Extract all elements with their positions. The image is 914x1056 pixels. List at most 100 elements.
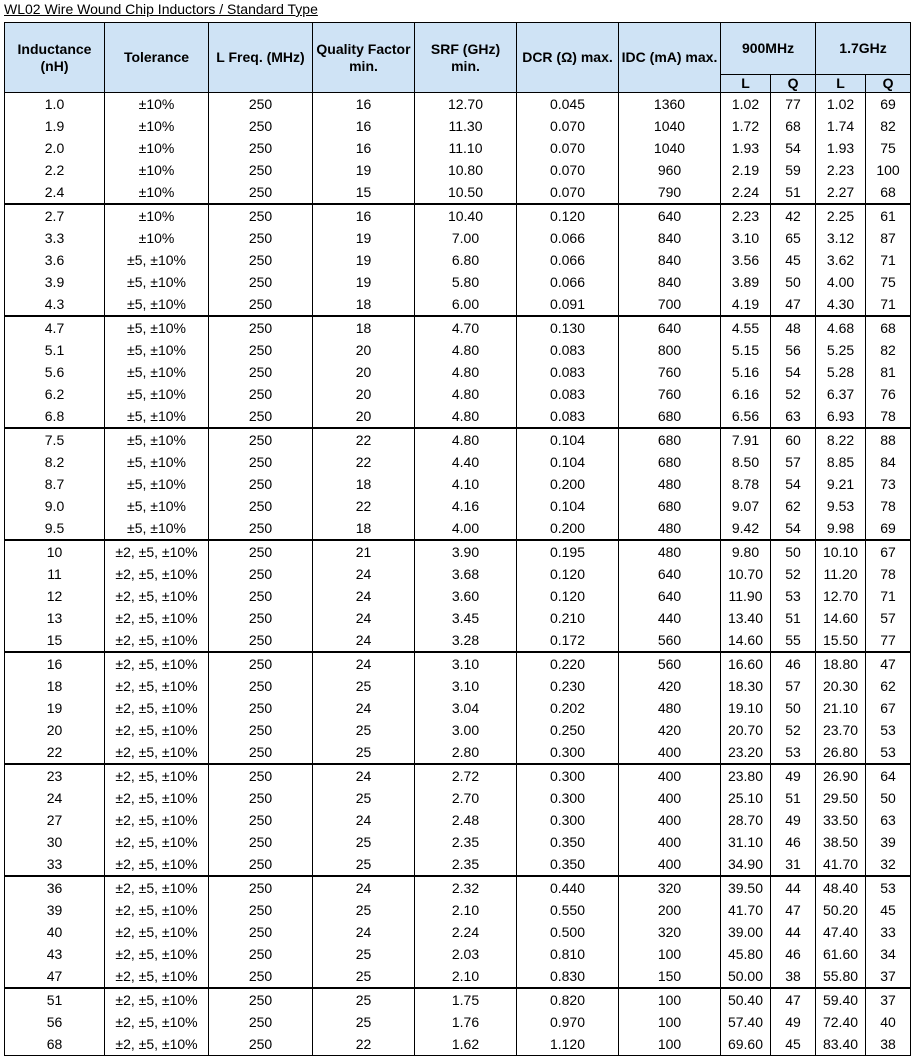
cell-q-900: 54	[769, 137, 817, 159]
cell-dcr: 0.300	[516, 809, 619, 831]
cell-l-freq: 250	[208, 651, 313, 675]
cell-l-1-7: 1.93	[815, 137, 867, 159]
cell-l-freq: 250	[208, 181, 313, 204]
cell-l-freq: 250	[208, 495, 313, 517]
cell-quality-factor: 25	[312, 787, 415, 809]
cell-inductance: 8.7	[4, 473, 105, 495]
cell-l-900: 31.10	[720, 831, 771, 853]
cell-q-1-7: 61	[865, 203, 912, 227]
cell-idc: 960	[618, 159, 721, 181]
cell-l-freq: 250	[208, 249, 313, 271]
cell-l-freq: 250	[208, 405, 313, 428]
cell-l-freq: 250	[208, 741, 313, 764]
cell-l-900: 23.80	[720, 763, 771, 787]
cell-srf: 4.80	[414, 383, 517, 405]
cell-idc: 760	[618, 361, 721, 383]
cell-srf: 3.68	[414, 563, 517, 585]
cell-idc: 640	[618, 563, 721, 585]
cell-l-1-7: 1.02	[815, 92, 867, 115]
cell-srf: 10.80	[414, 159, 517, 181]
cell-dcr: 0.300	[516, 787, 619, 809]
header-dcr: DCR (Ω) max.	[516, 22, 619, 93]
cell-tolerance: ±2, ±5, ±10%	[104, 1011, 209, 1033]
table-row: 9.5 ±5, ±10% 250 18 4.00 0.200 480 9.42 54 9.98 69	[4, 517, 912, 540]
cell-dcr: 0.202	[516, 697, 619, 719]
table-row: 2.7 ±10% 250 16 10.40 0.120 640 2.23 42 2.25 61	[4, 203, 912, 227]
cell-idc: 150	[618, 965, 721, 988]
table-row: 36 ±2, ±5, ±10% 250 24 2.32 0.440 320 39.50 44 48…	[4, 875, 912, 899]
cell-inductance: 10	[4, 539, 105, 563]
cell-l-freq: 250	[208, 899, 313, 921]
cell-q-1-7: 37	[865, 965, 912, 988]
cell-l-freq: 250	[208, 853, 313, 876]
cell-idc: 560	[618, 629, 721, 652]
cell-srf: 3.04	[414, 697, 517, 719]
cell-tolerance: ±2, ±5, ±10%	[104, 943, 209, 965]
header-900-q: Q	[769, 74, 817, 93]
cell-dcr: 0.083	[516, 339, 619, 361]
cell-quality-factor: 19	[312, 227, 415, 249]
table-row: 27 ±2, ±5, ±10% 250 24 2.48 0.300 400 28.70 49 33…	[4, 809, 912, 831]
cell-idc: 640	[618, 315, 721, 339]
cell-q-1-7: 78	[865, 495, 912, 517]
cell-tolerance: ±2, ±5, ±10%	[104, 1033, 209, 1056]
cell-l-900: 4.19	[720, 293, 771, 316]
cell-quality-factor: 24	[312, 585, 415, 607]
cell-tolerance: ±2, ±5, ±10%	[104, 607, 209, 629]
cell-tolerance: ±2, ±5, ±10%	[104, 875, 209, 899]
cell-l-1-7: 4.30	[815, 293, 867, 316]
cell-q-1-7: 73	[865, 473, 912, 495]
cell-idc: 700	[618, 293, 721, 316]
cell-idc: 480	[618, 697, 721, 719]
cell-l-1-7: 33.50	[815, 809, 867, 831]
cell-quality-factor: 15	[312, 181, 415, 204]
table-row: 68 ±2, ±5, ±10% 250 22 1.62 1.120 100 69.60 45 83…	[4, 1033, 912, 1056]
cell-l-900: 6.16	[720, 383, 771, 405]
cell-l-900: 69.60	[720, 1033, 771, 1056]
cell-srf: 4.00	[414, 517, 517, 540]
cell-l-freq: 250	[208, 831, 313, 853]
cell-tolerance: ±5, ±10%	[104, 427, 209, 451]
cell-dcr: 0.120	[516, 563, 619, 585]
cell-srf: 3.00	[414, 719, 517, 741]
cell-q-1-7: 67	[865, 539, 912, 563]
cell-dcr: 1.120	[516, 1033, 619, 1056]
cell-l-1-7: 29.50	[815, 787, 867, 809]
cell-q-1-7: 69	[865, 517, 912, 540]
cell-srf: 1.76	[414, 1011, 517, 1033]
cell-inductance: 36	[4, 875, 105, 899]
cell-inductance: 8.2	[4, 451, 105, 473]
cell-quality-factor: 16	[312, 92, 415, 115]
cell-inductance: 1.0	[4, 92, 105, 115]
cell-dcr: 0.820	[516, 987, 619, 1011]
cell-inductance: 23	[4, 763, 105, 787]
table-row: 40 ±2, ±5, ±10% 250 24 2.24 0.500 320 39.00 44 47…	[4, 921, 912, 943]
cell-srf: 12.70	[414, 92, 517, 115]
cell-q-1-7: 45	[865, 899, 912, 921]
cell-l-1-7: 9.53	[815, 495, 867, 517]
cell-q-1-7: 71	[865, 249, 912, 271]
cell-l-900: 18.30	[720, 675, 771, 697]
cell-inductance: 9.5	[4, 517, 105, 540]
cell-dcr: 0.550	[516, 899, 619, 921]
cell-q-900: 49	[769, 1011, 817, 1033]
cell-quality-factor: 25	[312, 965, 415, 988]
cell-quality-factor: 25	[312, 831, 415, 853]
cell-tolerance: ±5, ±10%	[104, 339, 209, 361]
table-row: 16 ±2, ±5, ±10% 250 24 3.10 0.220 560 16.60 46 18…	[4, 651, 912, 675]
cell-srf: 7.00	[414, 227, 517, 249]
cell-tolerance: ±2, ±5, ±10%	[104, 719, 209, 741]
cell-tolerance: ±5, ±10%	[104, 517, 209, 540]
cell-idc: 440	[618, 607, 721, 629]
cell-q-1-7: 78	[865, 563, 912, 585]
cell-tolerance: ±5, ±10%	[104, 249, 209, 271]
cell-q-900: 63	[769, 405, 817, 428]
cell-dcr: 0.220	[516, 651, 619, 675]
cell-dcr: 0.066	[516, 227, 619, 249]
cell-idc: 420	[618, 719, 721, 741]
cell-quality-factor: 25	[312, 719, 415, 741]
cell-l-900: 1.72	[720, 115, 771, 137]
cell-tolerance: ±2, ±5, ±10%	[104, 539, 209, 563]
cell-srf: 5.80	[414, 271, 517, 293]
cell-srf: 4.80	[414, 405, 517, 428]
